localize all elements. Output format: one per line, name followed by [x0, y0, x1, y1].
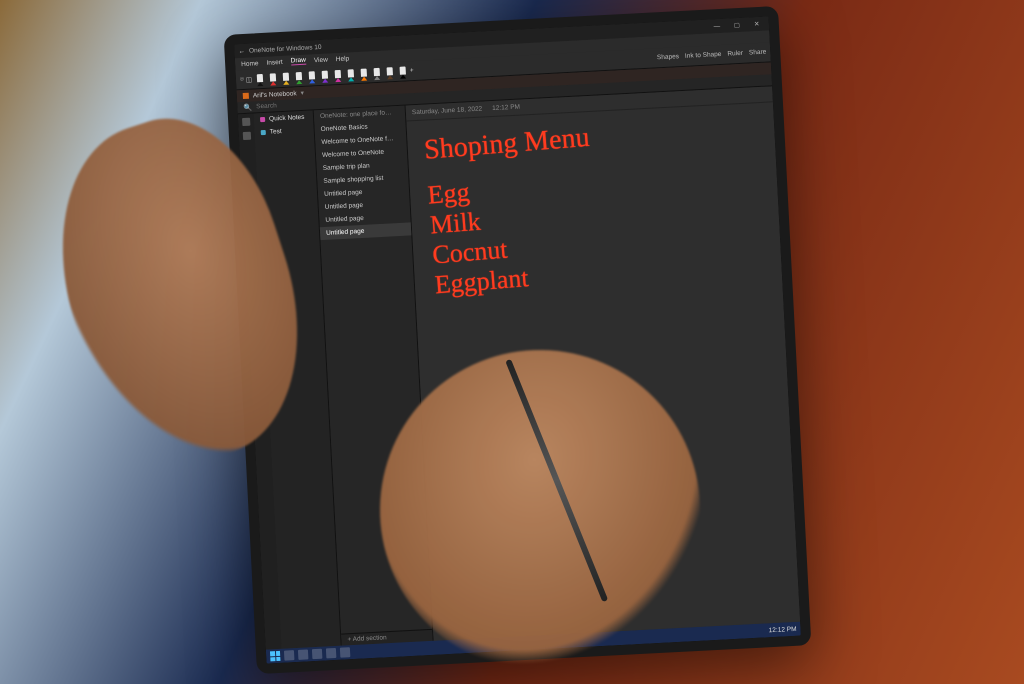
close-button[interactable]: ✕ — [749, 20, 765, 29]
section-label: Quick Notes — [269, 114, 305, 123]
menu-insert[interactable]: Insert — [266, 58, 283, 66]
shapes-button[interactable]: Shapes — [657, 53, 679, 61]
lasso-select-icon[interactable]: ⌾ — [240, 75, 244, 83]
notebook-name: Arif's Notebook — [253, 90, 297, 99]
minimize-button[interactable]: — — [709, 22, 725, 30]
back-icon[interactable]: ← — [238, 47, 245, 54]
section-color-icon — [260, 117, 265, 122]
taskbar-app-icon[interactable] — [340, 647, 351, 658]
taskbar-clock[interactable]: 12:12 PM — [769, 625, 797, 633]
chevron-down-icon: ▾ — [300, 89, 304, 97]
taskbar-app-icon[interactable] — [298, 649, 309, 660]
pen-1[interactable] — [254, 71, 266, 86]
pen-5[interactable] — [306, 69, 318, 84]
section-label: Test — [270, 128, 282, 136]
ruler-button[interactable]: Ruler — [727, 50, 743, 58]
add-pen-button[interactable]: + — [410, 67, 414, 74]
note-date: Saturday, June 18, 2022 — [412, 106, 483, 117]
taskbar-search-icon[interactable] — [284, 650, 295, 661]
taskbar-app-icon[interactable] — [326, 648, 337, 659]
share-button[interactable]: Share — [749, 49, 767, 57]
pen-12[interactable] — [396, 64, 408, 79]
handwritten-ink: Shoping Menu Egg Milk Cocnut Eggplant — [423, 122, 601, 300]
pen-6[interactable] — [319, 68, 331, 83]
start-button[interactable] — [270, 651, 281, 662]
pen-8[interactable] — [345, 67, 357, 82]
eraser-icon[interactable]: ◫ — [246, 75, 253, 83]
notebooks-icon[interactable] — [243, 132, 251, 140]
pen-9[interactable] — [358, 66, 370, 81]
menu-view[interactable]: View — [314, 56, 328, 64]
pen-4[interactable] — [293, 69, 305, 84]
pen-10[interactable] — [371, 65, 383, 80]
recent-icon[interactable] — [242, 118, 250, 126]
pen-2[interactable] — [267, 71, 279, 86]
search-icon[interactable]: 🔍 — [243, 103, 252, 111]
section-color-icon — [261, 130, 266, 135]
menu-home[interactable]: Home — [241, 60, 259, 68]
pen-11[interactable] — [383, 65, 395, 80]
note-time: 12:12 PM — [492, 104, 520, 112]
pen-3[interactable] — [280, 70, 292, 85]
taskbar-app-icon[interactable] — [312, 649, 323, 660]
notebook-icon — [243, 93, 249, 99]
maximize-button[interactable]: ▢ — [729, 21, 745, 30]
menu-help[interactable]: Help — [336, 55, 350, 63]
section-test[interactable]: Test — [254, 123, 314, 139]
ink-title: Shoping Menu — [423, 122, 591, 167]
pen-7[interactable] — [332, 67, 344, 82]
ink-to-shape-button[interactable]: Ink to Shape — [685, 51, 722, 60]
menu-draw[interactable]: Draw — [291, 57, 307, 66]
